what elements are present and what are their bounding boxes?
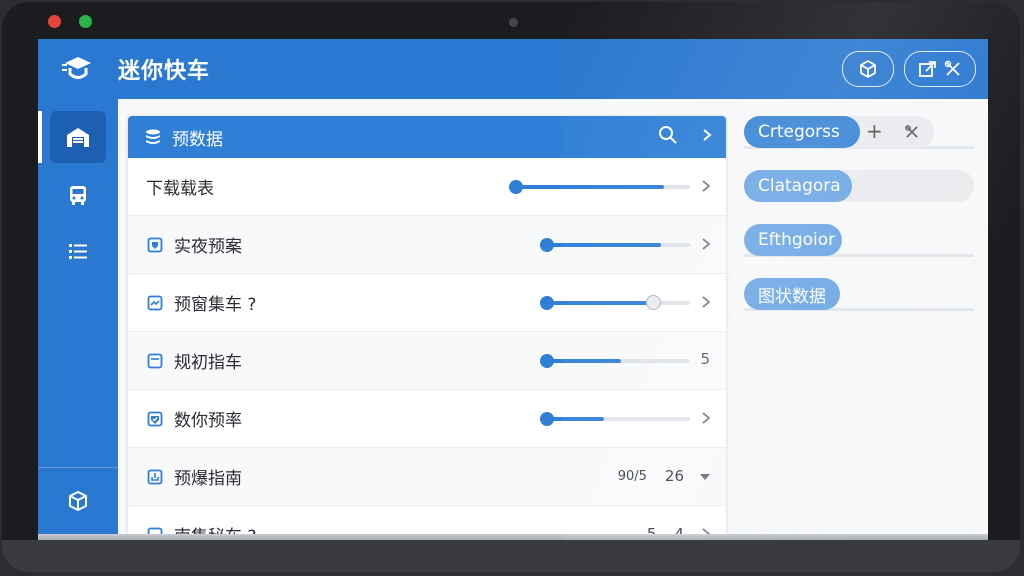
sidebar-divider: [38, 467, 118, 468]
plus-icon[interactable]: +: [866, 119, 883, 143]
box-icon: [860, 59, 876, 79]
caret-down-icon[interactable]: [698, 470, 712, 484]
progress-fill: [516, 185, 664, 189]
list-item[interactable]: 下载载表: [128, 158, 726, 216]
chevron-right-icon[interactable]: [700, 410, 712, 426]
list-item-label: 规初指车: [174, 353, 242, 373]
share-icon: [919, 61, 936, 77]
panel-header-actions: [658, 125, 714, 145]
list-item-label: 数你预率: [174, 411, 242, 431]
row-value: 90/5: [617, 469, 647, 484]
slider-handle[interactable]: [540, 354, 554, 368]
app-logo: [38, 54, 118, 84]
progress-fill: [547, 301, 647, 305]
window-controls: [48, 15, 92, 28]
package-button[interactable]: [842, 51, 894, 87]
category-row[interactable]: Clatagora: [744, 170, 976, 224]
check-shield-icon: [146, 410, 164, 428]
shield-icon: [146, 236, 164, 254]
download-box-icon: [146, 468, 164, 486]
row-value: 26: [664, 467, 684, 485]
category-chip[interactable]: Crtegorss: [744, 116, 860, 148]
list-item[interactable]: 实夜预案: [128, 216, 726, 274]
app-screen: 迷你快车 预数据 下载载表 实夜预案 预窗集车 ? 规初指车 5 数你预率 预爆…: [38, 39, 988, 542]
data-list: 下载载表 实夜预案 预窗集车 ? 规初指车 5 数你预率 预爆指南 90/5 2…: [128, 158, 726, 536]
category-chip[interactable]: Clatagora: [744, 170, 852, 202]
row-count: 5: [700, 350, 710, 368]
list-item-label: 预爆指南: [174, 469, 242, 489]
category-chip[interactable]: Efthgoior: [744, 224, 842, 256]
tools-icon[interactable]: [904, 124, 920, 140]
category-chip[interactable]: 图状数据: [744, 278, 840, 310]
progress-fill: [547, 359, 621, 363]
category-row[interactable]: + Crtegorss: [744, 116, 976, 170]
panel-header: 预数据: [128, 116, 726, 158]
top-bar: 迷你快车: [38, 39, 988, 99]
category-row[interactable]: Efthgoior: [744, 224, 976, 278]
list-item-label: 实夜预案: [174, 237, 242, 257]
slider-handle[interactable]: [540, 238, 554, 252]
window-icon: [146, 352, 164, 370]
progress-slider[interactable]: [540, 412, 690, 426]
sidebar-item-list[interactable]: [50, 225, 106, 277]
list-icon: [69, 244, 87, 259]
camera-icon: [509, 18, 518, 27]
progress-fill: [547, 243, 661, 247]
close-window-button[interactable]: [48, 15, 61, 28]
slider-handle[interactable]: [540, 412, 554, 426]
slider-handle[interactable]: [509, 180, 523, 194]
sidebar-item-bus[interactable]: [50, 169, 106, 221]
sidebar-active-indicator: [38, 111, 42, 163]
chevron-right-icon[interactable]: [700, 294, 712, 310]
list-item[interactable]: 南集秘车 ? 5 4: [128, 506, 726, 536]
category-row[interactable]: 图状数据: [744, 278, 976, 332]
list-item[interactable]: 预爆指南 90/5 26: [128, 448, 726, 506]
list-item-label: 预窗集车 ?: [174, 295, 257, 315]
warehouse-icon: [67, 128, 89, 147]
share-tools-button[interactable]: [904, 51, 976, 87]
chevron-right-icon[interactable]: [700, 236, 712, 252]
progress-slider[interactable]: [540, 354, 690, 368]
sidebar-item-warehouse[interactable]: [50, 111, 106, 163]
progress-slider[interactable]: [540, 238, 690, 252]
device-bezel: 迷你快车 预数据 下载载表 实夜预案 预窗集车 ? 规初指车 5 数你预率 预爆…: [2, 2, 1020, 572]
search-icon[interactable]: [658, 125, 678, 145]
progress-fill: [547, 417, 604, 421]
slider-handle[interactable]: [540, 296, 554, 310]
app-title: 迷你快车: [118, 59, 211, 84]
slider-end-handle[interactable]: [646, 295, 661, 310]
list-item[interactable]: 数你预率: [128, 390, 726, 448]
sidebar-item-package[interactable]: [50, 475, 106, 527]
mortarboard-logo-icon: [62, 57, 91, 79]
row-values: 90/5 26: [618, 467, 684, 485]
chart-icon: [146, 294, 164, 312]
tools-icon: [944, 60, 960, 76]
list-item-label: 下载载表: [146, 179, 214, 199]
data-panel: 预数据 下载载表 实夜预案 预窗集车 ? 规初指车 5 数你预率 预爆指南 90…: [128, 116, 726, 536]
sidebar: [38, 99, 118, 542]
panel-title: 预数据: [172, 129, 223, 150]
list-item[interactable]: 预窗集车 ?: [128, 274, 726, 332]
chevron-right-icon[interactable]: [700, 128, 714, 142]
bottom-reflection: [2, 540, 1020, 572]
bus-icon: [70, 186, 86, 205]
chevron-right-icon[interactable]: [700, 178, 712, 194]
progress-slider[interactable]: [509, 180, 690, 194]
database-icon: [146, 129, 160, 144]
maximize-window-button[interactable]: [79, 15, 92, 28]
category-column: + Crtegorss Clatagora Efthgoior 图状数据: [744, 116, 976, 332]
top-actions: [842, 51, 976, 87]
list-item[interactable]: 规初指车 5: [128, 332, 726, 390]
package-icon: [69, 490, 87, 512]
progress-slider[interactable]: [540, 295, 690, 310]
